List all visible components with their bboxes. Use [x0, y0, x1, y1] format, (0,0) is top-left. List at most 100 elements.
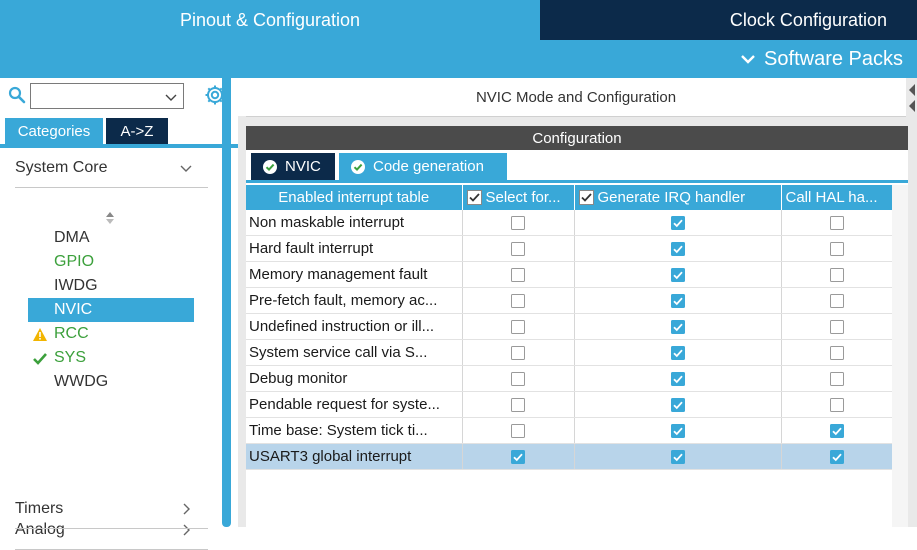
- interrupt-name-cell[interactable]: Non maskable interrupt: [246, 210, 463, 236]
- call-hal-checkbox[interactable]: [781, 443, 893, 470]
- checkbox-unchecked-icon: [511, 320, 525, 335]
- header-checkbox[interactable]: [466, 190, 482, 205]
- checkbox-unchecked-icon: [829, 268, 844, 283]
- collapse-arrow-icon[interactable]: [906, 78, 917, 118]
- generate-irq-checkbox[interactable]: [574, 235, 782, 262]
- table-row[interactable]: Undefined instruction or ill...: [246, 313, 893, 340]
- interrupt-name-cell[interactable]: Hard fault interrupt: [246, 235, 463, 262]
- search-icon[interactable]: [8, 86, 26, 104]
- table-row[interactable]: Hard fault interrupt: [246, 235, 893, 262]
- tree-item-sys[interactable]: SYS: [28, 346, 194, 370]
- table-row[interactable]: Non maskable interrupt: [246, 210, 893, 236]
- generate-irq-checkbox[interactable]: [574, 313, 782, 340]
- call-hal-checkbox[interactable]: [781, 365, 893, 392]
- sort-icon[interactable]: [104, 211, 116, 225]
- checkbox-unchecked-icon: [829, 398, 844, 413]
- table-row[interactable]: Pendable request for syste...: [246, 391, 893, 418]
- interrupt-name-cell[interactable]: USART3 global interrupt: [246, 443, 463, 470]
- column-header-call-hal[interactable]: Call HAL ha...: [781, 185, 893, 210]
- column-header-generate[interactable]: Generate IRQ handler: [574, 185, 782, 210]
- tab-pinout-configuration[interactable]: Pinout & Configuration: [0, 0, 540, 40]
- call-hal-checkbox[interactable]: [781, 210, 893, 236]
- generate-irq-checkbox[interactable]: [574, 210, 782, 236]
- header-label: Call HAL ha...: [785, 189, 878, 206]
- group-system-core[interactable]: System Core: [15, 148, 208, 188]
- check-circle-icon: [263, 159, 277, 174]
- tab-categories[interactable]: Categories: [5, 118, 103, 144]
- generate-irq-checkbox[interactable]: [574, 287, 782, 314]
- table-row[interactable]: Memory management fault: [246, 261, 893, 288]
- table-row[interactable]: Debug monitor: [246, 365, 893, 392]
- tree-item-nvic[interactable]: NVIC: [28, 298, 194, 322]
- header-checkbox[interactable]: [578, 190, 594, 205]
- configuration-bar: Configuration: [246, 126, 908, 150]
- group-timers[interactable]: Timers: [15, 489, 208, 529]
- checkbox-unchecked-icon: [829, 216, 844, 231]
- interrupt-name-cell[interactable]: Pendable request for syste...: [246, 391, 463, 418]
- tree-item-label: WWDG: [54, 373, 109, 390]
- table-row[interactable]: USART3 global interrupt: [246, 443, 893, 470]
- select-checkbox[interactable]: [462, 339, 575, 366]
- select-checkbox[interactable]: [462, 313, 575, 340]
- call-hal-checkbox[interactable]: [781, 391, 893, 418]
- generate-irq-checkbox[interactable]: [574, 339, 782, 366]
- call-hal-checkbox[interactable]: [781, 339, 893, 366]
- table-row[interactable]: System service call via S...: [246, 339, 893, 366]
- left-scrollbar[interactable]: [222, 71, 231, 527]
- checkbox-unchecked-icon: [511, 268, 525, 283]
- checkbox-unchecked-icon: [511, 294, 525, 309]
- call-hal-checkbox[interactable]: [781, 235, 893, 262]
- call-hal-checkbox[interactable]: [781, 417, 893, 444]
- interrupt-name-cell[interactable]: Memory management fault: [246, 261, 463, 288]
- call-hal-checkbox[interactable]: [781, 313, 893, 340]
- search-input[interactable]: [30, 83, 184, 109]
- generate-irq-checkbox[interactable]: [574, 261, 782, 288]
- tab-label: Code generation: [373, 158, 484, 175]
- checkbox-checked-icon: [829, 450, 844, 465]
- software-packs-menu[interactable]: Software Packs: [740, 40, 903, 78]
- interrupt-name-cell[interactable]: Pre-fetch fault, memory ac...: [246, 287, 463, 314]
- column-header-select[interactable]: Select for...: [462, 185, 575, 210]
- interrupt-name-cell[interactable]: Undefined instruction or ill...: [246, 313, 463, 340]
- call-hal-checkbox[interactable]: [781, 287, 893, 314]
- tree-item-label: DMA: [54, 229, 90, 246]
- generate-irq-checkbox[interactable]: [574, 417, 782, 444]
- tree-item-gpio[interactable]: GPIO: [28, 250, 194, 274]
- select-checkbox[interactable]: [462, 235, 575, 262]
- checkbox-checked-icon: [670, 216, 685, 231]
- checkbox-checked-icon: [670, 398, 685, 413]
- call-hal-checkbox[interactable]: [781, 261, 893, 288]
- tree-item-iwdg[interactable]: IWDG: [28, 274, 194, 298]
- select-checkbox[interactable]: [462, 261, 575, 288]
- generate-irq-checkbox[interactable]: [574, 443, 782, 470]
- select-checkbox[interactable]: [462, 417, 575, 444]
- select-checkbox[interactable]: [462, 210, 575, 236]
- tree-item-rcc[interactable]: RCC: [28, 322, 194, 346]
- select-checkbox[interactable]: [462, 443, 575, 470]
- table-row[interactable]: Pre-fetch fault, memory ac...: [246, 287, 893, 314]
- tab-code-generation[interactable]: Code generation: [339, 153, 507, 180]
- tab-clock-configuration[interactable]: Clock Configuration: [540, 0, 917, 40]
- table-header-row: Enabled interrupt table Select for... Ge…: [246, 185, 893, 210]
- table-scrollbar[interactable]: [892, 185, 908, 527]
- checkbox-unchecked-icon: [511, 424, 525, 439]
- table-row[interactable]: Time base: System tick ti...: [246, 417, 893, 444]
- checkbox-unchecked-icon: [511, 216, 525, 231]
- checkbox-unchecked-icon: [511, 242, 525, 257]
- select-checkbox[interactable]: [462, 365, 575, 392]
- tree-item-dma[interactable]: DMA: [28, 226, 194, 250]
- chevron-down-icon[interactable]: [165, 91, 177, 103]
- column-header-name[interactable]: Enabled interrupt table: [246, 185, 463, 210]
- interrupt-name-cell[interactable]: System service call via S...: [246, 339, 463, 366]
- tab-nvic[interactable]: NVIC: [251, 153, 335, 180]
- interrupt-name-cell[interactable]: Debug monitor: [246, 365, 463, 392]
- select-checkbox[interactable]: [462, 287, 575, 314]
- select-checkbox[interactable]: [462, 391, 575, 418]
- tree-item-wwdg[interactable]: WWDG: [28, 370, 194, 394]
- tab-a-z[interactable]: A->Z: [106, 118, 168, 144]
- interrupt-name-cell[interactable]: Time base: System tick ti...: [246, 417, 463, 444]
- generate-irq-checkbox[interactable]: [574, 391, 782, 418]
- checkbox-checked-icon: [670, 346, 685, 361]
- generate-irq-checkbox[interactable]: [574, 365, 782, 392]
- checkbox-checked-icon: [670, 320, 685, 335]
